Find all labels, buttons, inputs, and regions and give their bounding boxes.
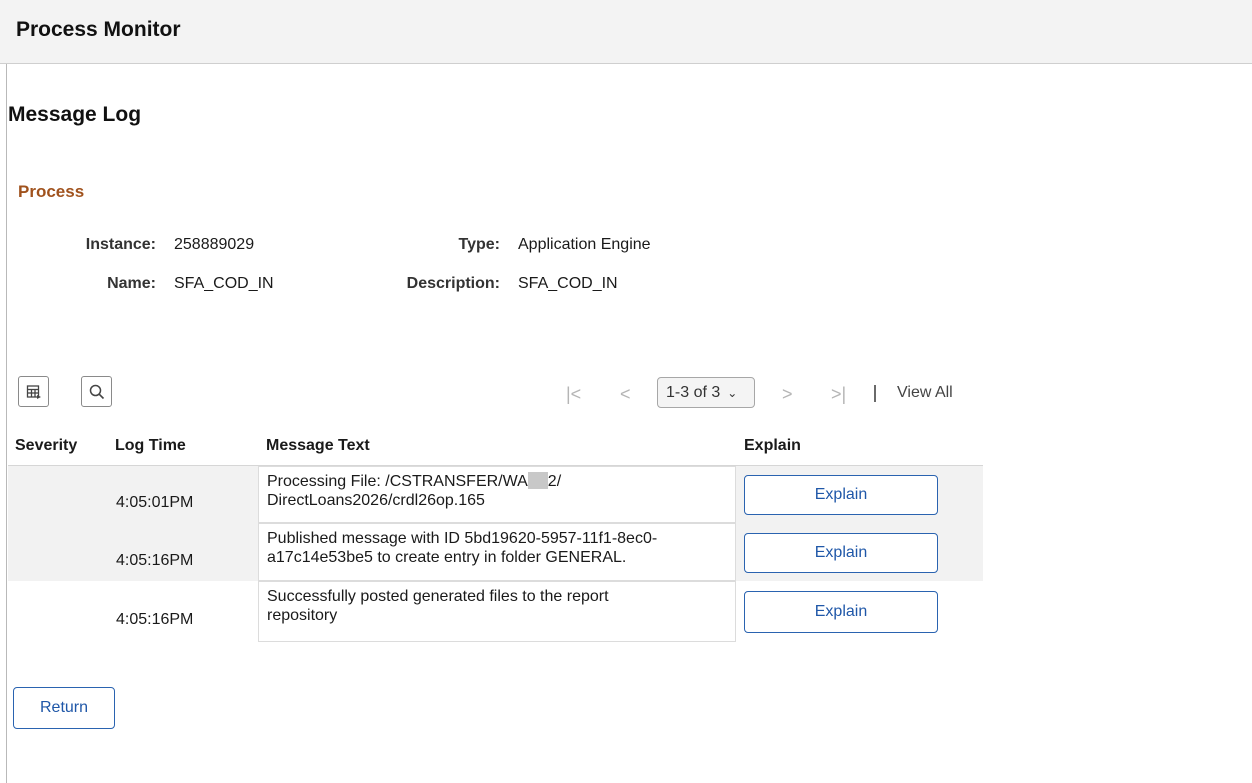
page-left-border [6,0,7,783]
chevron-down-icon: ⌄ [727,385,738,400]
view-all-link[interactable]: View All [897,384,953,402]
message-text: Processing File: /CSTRANSFER/WA 2/ Direct… [258,466,736,523]
page-title: Message Log [8,103,142,126]
type-value: Application Engine [518,236,651,253]
page-range-select[interactable]: 1-3 of 3 ⌄ [657,377,755,408]
description-label: Description: [406,275,500,292]
personalize-grid-button[interactable] [18,376,49,407]
header-title: Process Monitor [16,18,181,41]
process-section-title: Process [18,182,85,201]
log-time: 4:05:16PM [116,611,194,628]
page-range-value: 1-3 of 3 [666,383,721,401]
first-page-icon[interactable]: |< [566,384,581,405]
last-page-icon[interactable]: >| [831,384,846,405]
explain-button[interactable]: Explain [744,591,938,633]
type-label: Type: [458,236,500,253]
column-header-severity: Severity [15,437,78,454]
log-time: 4:05:01PM [116,494,194,511]
redaction-block [527,472,548,489]
description-value: SFA_COD_IN [518,275,618,292]
column-header-log-time: Log Time [115,437,186,454]
message-text-part: Processing File: /CSTRANSFER/WA [267,473,528,490]
message-text: Published message with ID 5bd19620-5957-… [258,523,736,581]
previous-page-icon[interactable]: < [620,384,631,405]
name-value: SFA_COD_IN [174,275,274,292]
explain-button[interactable]: Explain [744,475,938,515]
message-text-part: 2/ [547,473,562,490]
table-row: 4:05:16PM Published message with ID 5bd1… [8,523,983,581]
instance-value: 258889029 [174,236,255,253]
message-text-part: Published message with ID 5bd19620-5957-… [267,530,658,547]
explain-button[interactable]: Explain [744,533,938,573]
instance-label: Instance: [85,236,156,253]
log-time: 4:05:16PM [116,552,194,569]
table-row: 4:05:16PM Successfully posted generated … [8,581,983,642]
message-text-part: DirectLoans2026/crdl26op.165 [267,492,485,509]
page-header: Process Monitor [0,0,1252,64]
pager-divider [874,385,876,402]
return-button[interactable]: Return [13,687,115,729]
table-row: 4:05:01PM Processing File: /CSTRANSFER/W… [8,466,983,523]
personalize-grid-icon [26,384,41,399]
column-header-message-text: Message Text [266,437,370,454]
message-text-part: repository [267,607,338,624]
next-page-icon[interactable]: > [782,384,793,405]
name-label: Name: [107,275,156,292]
search-icon [89,384,104,399]
search-button[interactable] [81,376,112,407]
column-header-explain: Explain [744,437,801,454]
message-text: Successfully posted generated files to t… [258,581,736,642]
message-text-part: Successfully posted generated files to t… [267,588,609,605]
message-text-part: a17c14e53be5 to create entry in folder G… [267,549,627,566]
